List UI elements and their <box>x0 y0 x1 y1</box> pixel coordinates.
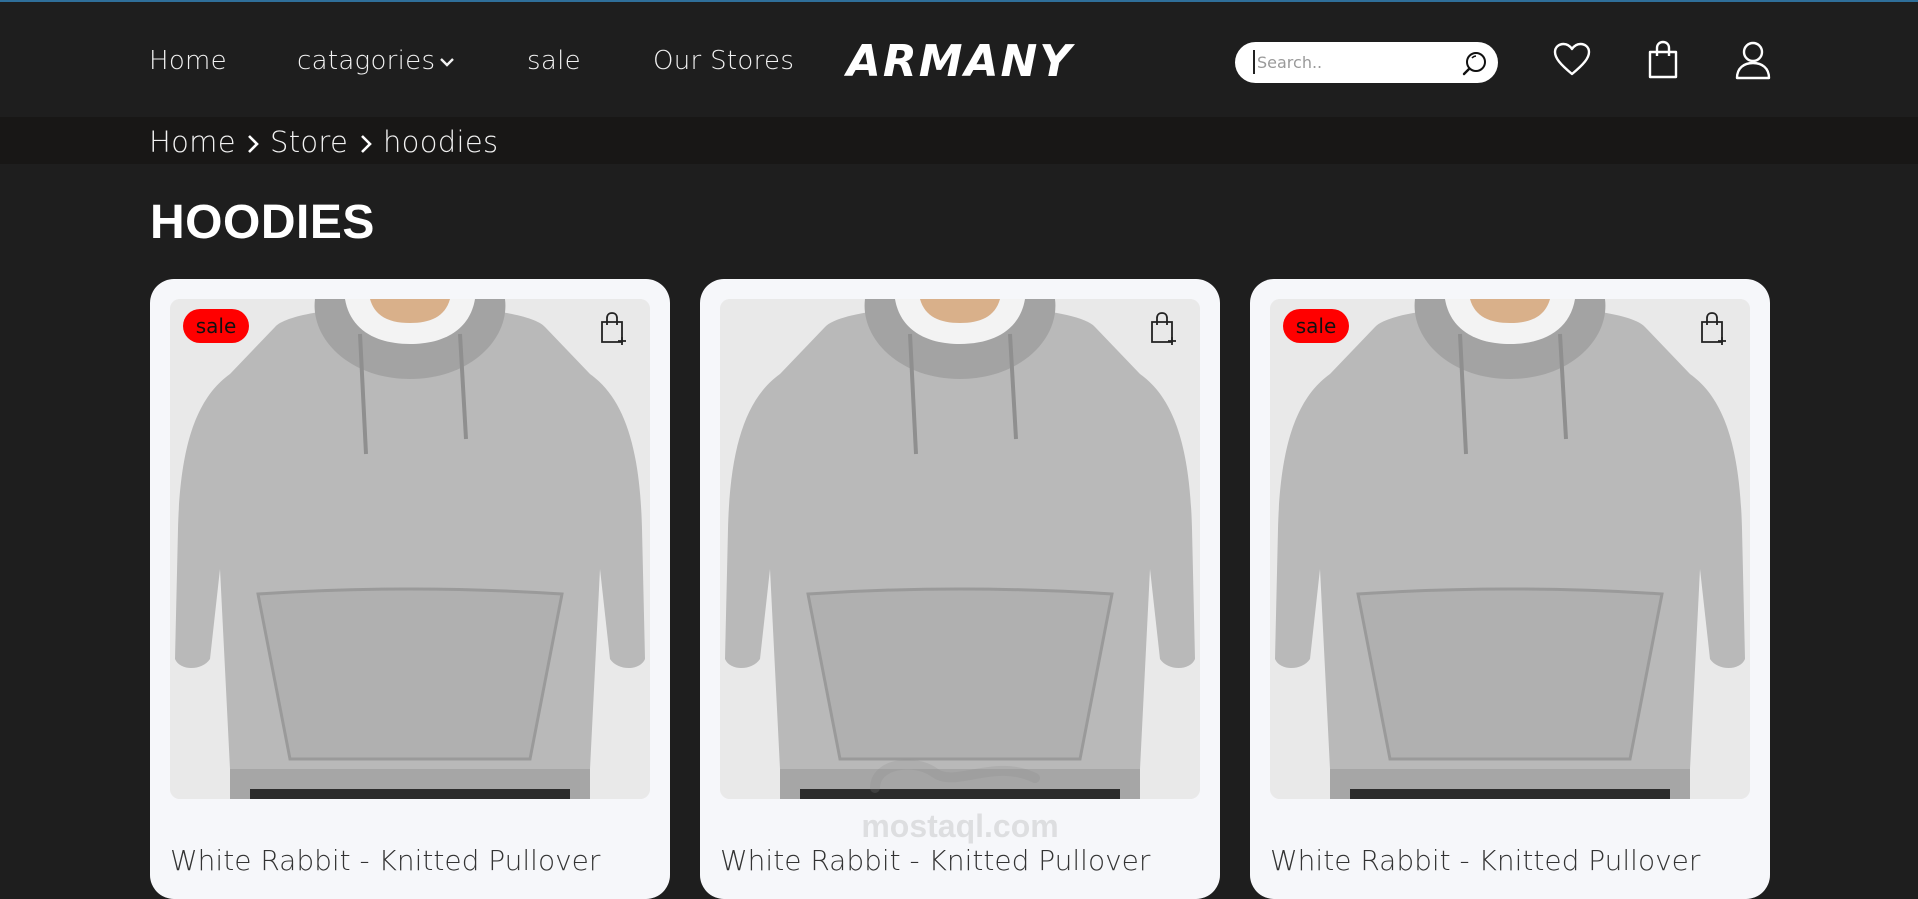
heart-icon[interactable] <box>1552 40 1592 80</box>
product-image[interactable] <box>1270 299 1750 799</box>
nav-link-categories-label: catagories <box>297 46 436 76</box>
nav-link-home[interactable]: Home <box>149 46 227 76</box>
search-box <box>1235 42 1498 83</box>
nav-link-sale[interactable]: sale <box>527 46 581 76</box>
sale-badge: sale <box>1283 309 1349 343</box>
chevron-right-icon <box>248 135 259 153</box>
add-to-cart-icon[interactable] <box>1698 311 1728 345</box>
shopping-bag-icon[interactable] <box>1643 40 1683 80</box>
armany-logo[interactable]: ARMANY <box>824 36 1096 82</box>
add-to-cart-icon[interactable] <box>598 311 628 345</box>
product-title[interactable]: White Rabbit - Knitted Pullover <box>170 844 600 877</box>
product-image[interactable] <box>170 299 650 799</box>
breadcrumb-current: hoodies <box>383 125 499 159</box>
product-image[interactable] <box>720 299 1200 799</box>
page-title: HOODIES <box>150 196 375 249</box>
breadcrumb-store[interactable]: Store <box>270 125 348 159</box>
product-card[interactable]: White Rabbit - Knitted Pullover <box>700 279 1220 899</box>
user-icon[interactable] <box>1733 40 1773 80</box>
hoodie-image <box>720 299 1200 799</box>
search-icon[interactable] <box>1462 50 1488 76</box>
nav-link-our-stores[interactable]: Our Stores <box>653 46 794 76</box>
product-card[interactable]: sale White Rabbit - Knitted Pullover <box>1250 279 1770 899</box>
breadcrumb: Home Store hoodies <box>0 117 1918 164</box>
hoodie-image <box>170 299 650 799</box>
product-card[interactable]: sale White Rabbit - Knitted Pullover <box>150 279 670 899</box>
chevron-down-icon <box>440 57 455 67</box>
search-input[interactable] <box>1253 50 1453 74</box>
product-title[interactable]: White Rabbit - Knitted Pullover <box>1270 844 1700 877</box>
chevron-right-icon <box>361 135 372 153</box>
sale-badge: sale <box>183 309 249 343</box>
svg-text:ARMANY: ARMANY <box>844 36 1076 82</box>
hoodie-image <box>1270 299 1750 799</box>
nav-link-categories[interactable]: catagories <box>297 46 455 76</box>
navbar: Home catagories sale Our Stores ARMANY <box>0 2 1918 117</box>
product-title[interactable]: White Rabbit - Knitted Pullover <box>720 844 1150 877</box>
breadcrumb-home[interactable]: Home <box>149 125 236 159</box>
add-to-cart-icon[interactable] <box>1148 311 1178 345</box>
